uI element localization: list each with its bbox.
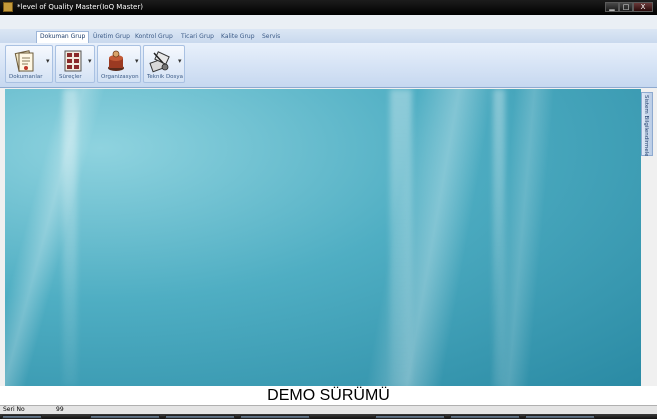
- tab-uretim-grup[interactable]: Üretim Grup: [90, 32, 133, 41]
- tab-dokuman-grup[interactable]: Dokuman Grup: [36, 31, 90, 43]
- taskbar-start-button[interactable]: [2, 415, 42, 419]
- ribbon-group-label: Dokumanlar: [9, 74, 43, 80]
- light-streak: [493, 89, 505, 386]
- ribbon-group-organizasyon[interactable]: ▾ Organizasyon: [97, 45, 141, 83]
- taskbar-item[interactable]: [165, 415, 235, 419]
- taskbar-item[interactable]: [450, 415, 520, 419]
- serial-number-label: Seri No: [3, 406, 25, 413]
- taskbar-item[interactable]: [525, 415, 595, 419]
- ribbon-group-label: Süreçler: [59, 74, 82, 80]
- documents-icon: [14, 50, 34, 72]
- tab-kalite-grup[interactable]: Kalite Grup: [218, 32, 258, 41]
- ribbon-group-label: Teknik Dosya: [147, 74, 184, 80]
- light-streak: [63, 89, 77, 386]
- ribbon-tab-strip: Dokuman Grup Üretim Grup Kontrol Grup Ti…: [0, 29, 657, 43]
- tab-kontrol-grup[interactable]: Kontrol Grup: [132, 32, 176, 41]
- side-panel-label: Sistem Bilgilendirmeleri: [643, 95, 649, 161]
- ribbon-group-label: Organizasyon: [101, 74, 139, 80]
- window-title: *level of Quality Master(IoQ Master): [17, 3, 143, 11]
- technical-file-icon: [149, 51, 170, 73]
- dropdown-arrow-icon[interactable]: ▾: [46, 58, 50, 65]
- taskbar-item[interactable]: [375, 415, 445, 419]
- taskbar-item[interactable]: [90, 415, 160, 419]
- ribbon-group-surecler[interactable]: ▾ Süreçler: [55, 45, 95, 83]
- ribbon-panel: ▾ Dokumanlar ▾ Süreçler ▾ Organizasyon ▾…: [0, 43, 657, 88]
- side-panel-strip: [641, 156, 653, 386]
- app-icon[interactable]: [3, 2, 13, 12]
- serial-number-value: 99: [56, 406, 64, 413]
- ribbon-group-teknik-dosya[interactable]: ▾ Teknik Dosya: [143, 45, 185, 83]
- minimize-button[interactable]: ▁: [605, 2, 619, 12]
- taskbar-item[interactable]: [240, 415, 310, 419]
- ribbon-group-dokumanlar[interactable]: ▾ Dokumanlar: [5, 45, 53, 83]
- tab-servis[interactable]: Servis: [259, 32, 283, 41]
- organization-icon: [108, 50, 124, 71]
- menu-bar: [0, 15, 657, 30]
- tab-ticari-grup[interactable]: Ticari Grup: [178, 32, 217, 41]
- dropdown-arrow-icon[interactable]: ▾: [178, 58, 182, 65]
- dropdown-arrow-icon[interactable]: ▾: [135, 58, 139, 65]
- light-streak: [390, 89, 412, 386]
- workspace-background: [5, 89, 641, 386]
- processes-icon: [64, 50, 82, 72]
- demo-banner: DEMO SÜRÜMÜ: [0, 386, 657, 405]
- side-panel-tab[interactable]: Sistem Bilgilendirmeleri: [641, 92, 653, 160]
- taskbar: [0, 414, 657, 419]
- demo-text: DEMO SÜRÜMÜ: [267, 387, 390, 404]
- close-button[interactable]: X: [633, 2, 653, 12]
- maximize-button[interactable]: □: [619, 2, 633, 12]
- dropdown-arrow-icon[interactable]: ▾: [88, 58, 92, 65]
- title-bar: *level of Quality Master(IoQ Master) ▁ □…: [0, 0, 657, 15]
